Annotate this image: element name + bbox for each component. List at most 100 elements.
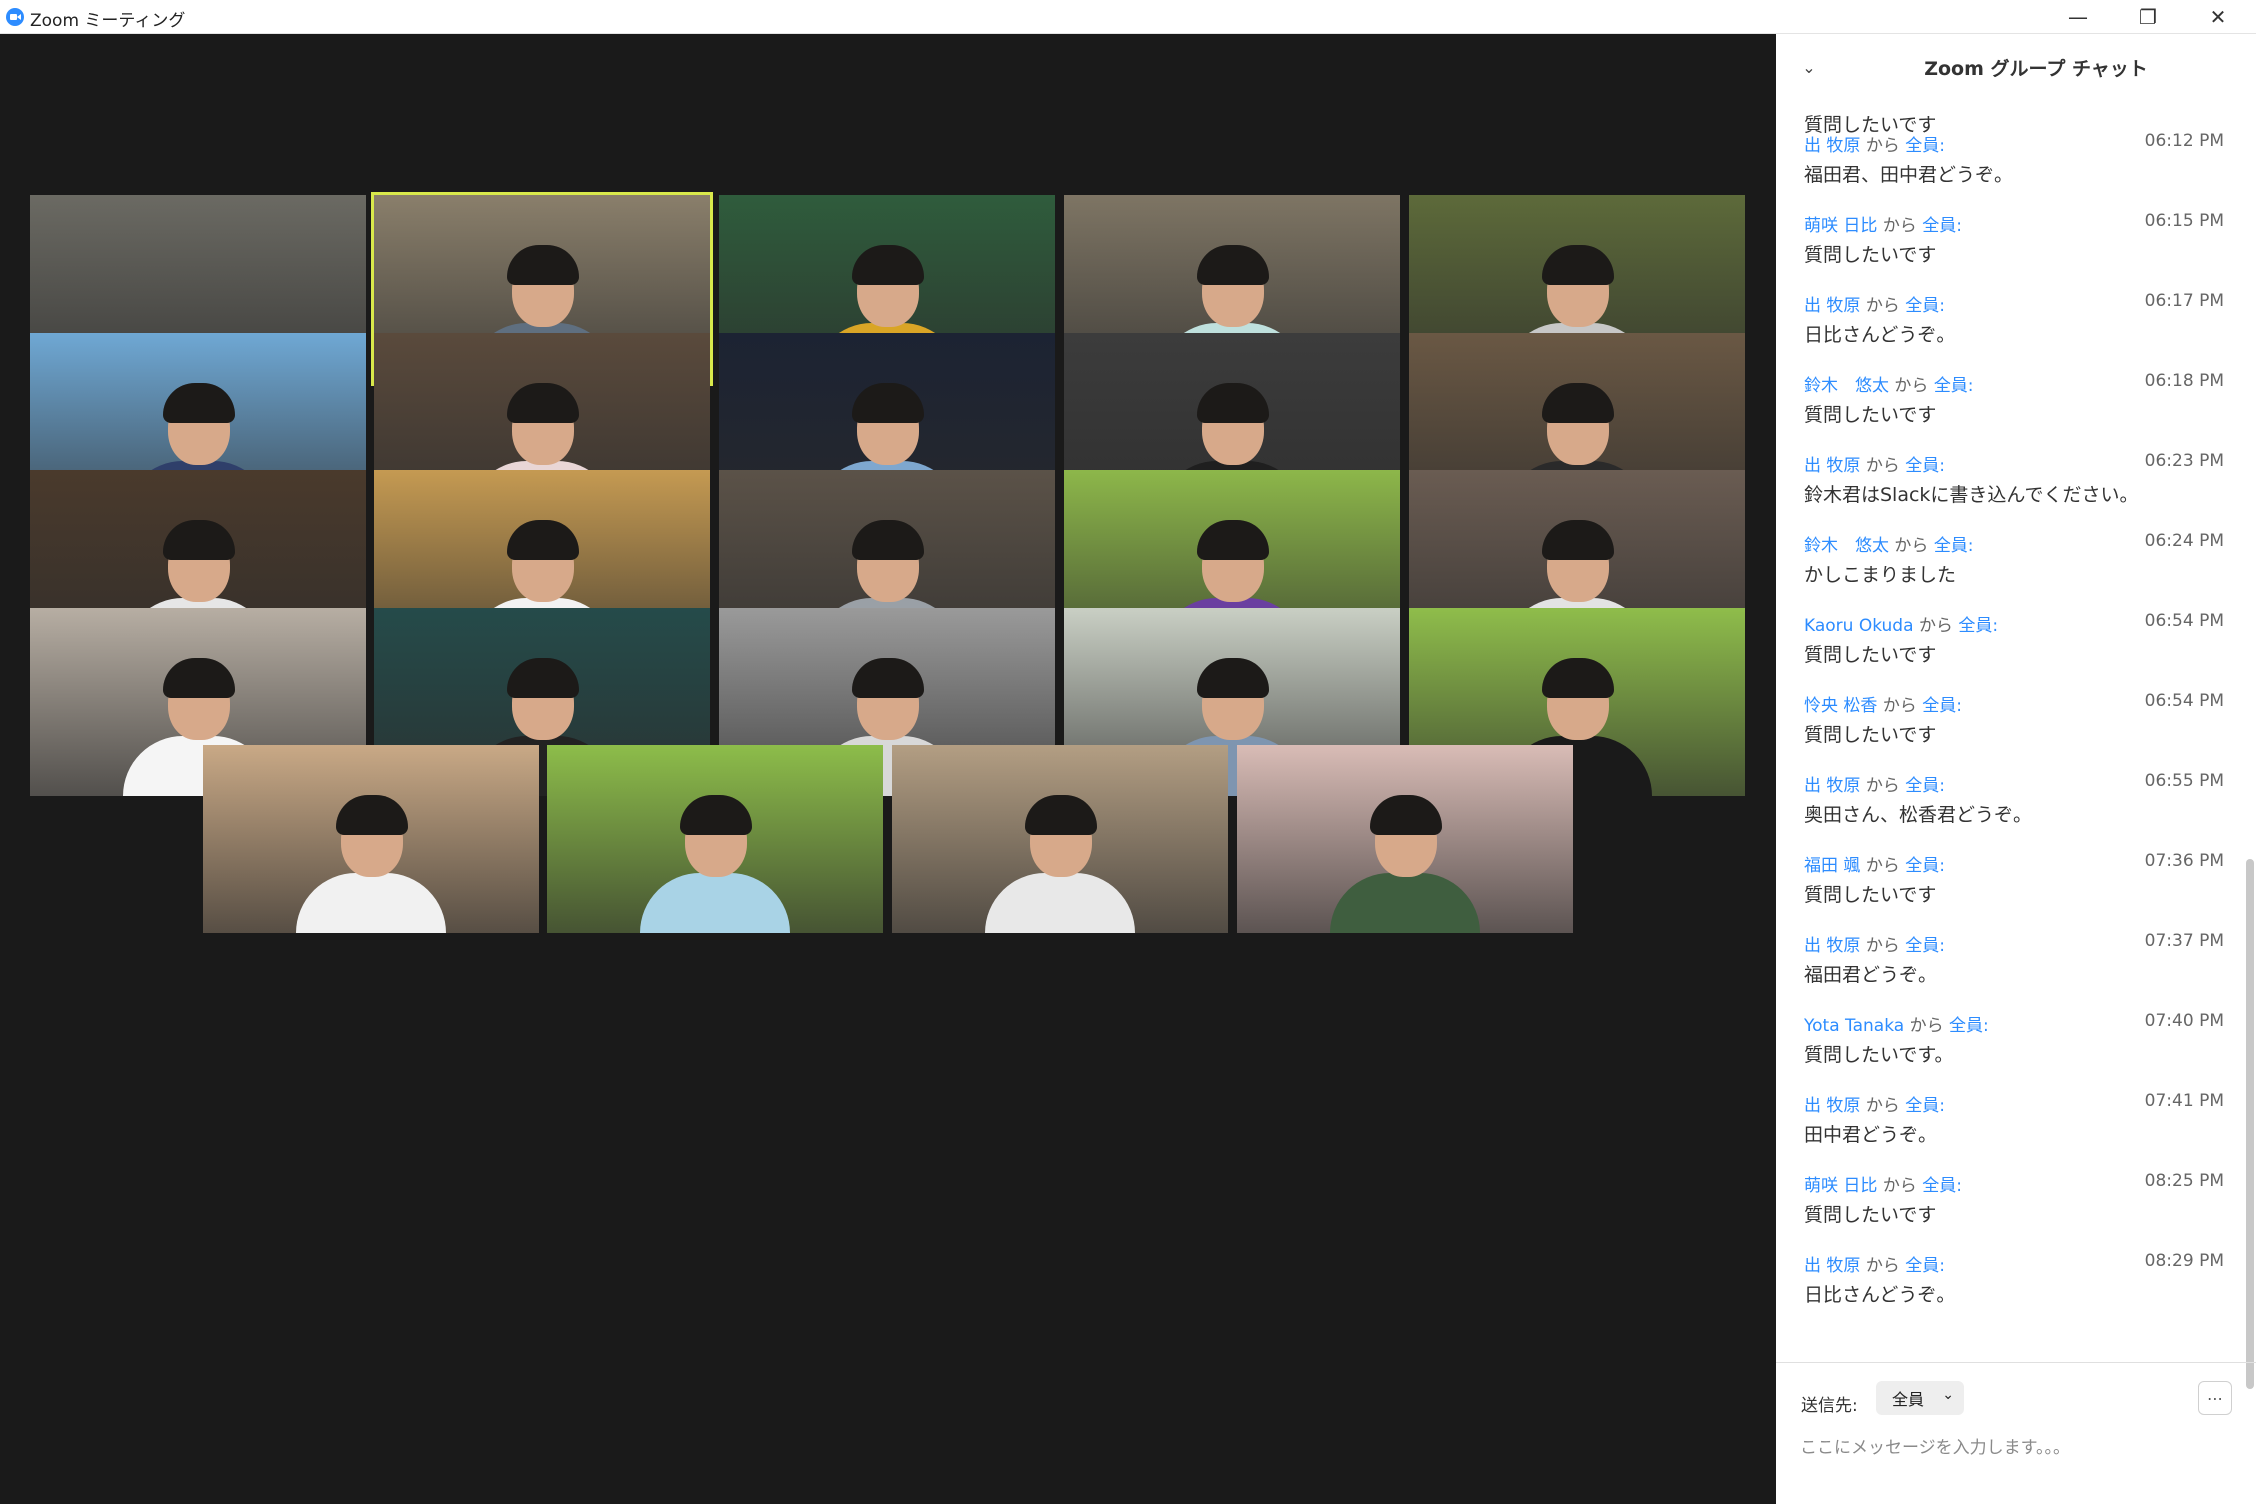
chat-message-text: 福田君、田中君どうぞ。 [1804,164,2014,186]
participant-body [640,873,790,933]
chat-recipient[interactable]: 全員: [1922,1176,1962,1196]
close-icon: ✕ [2209,5,2227,29]
chat-recipient[interactable]: 全員: [1905,456,1945,476]
participant-hair [163,658,235,698]
participant-hair [1542,383,1614,423]
chat-from-word: から [1882,216,1917,236]
video-tile[interactable] [1237,745,1573,933]
chat-sender[interactable]: 出 牧原 [1804,136,1860,156]
participant-body [985,873,1135,933]
chat-sender[interactable]: 出 牧原 [1804,936,1860,956]
participant-video [985,793,1135,933]
chat-sender[interactable]: 萌咲 日比 [1804,216,1877,236]
participant-hair [507,658,579,698]
participant-hair [1197,658,1269,698]
chat-message-list[interactable]: 出 牧原 から 全員: 06:12 PM 福田君、田中君どうぞ。 萌咲 日比 から 全… [1776,100,2246,1395]
chat-message-text: 福田君どうぞ。 [1804,964,1938,986]
participant-hair [1370,795,1442,835]
chat-from-word: から [1865,1256,1900,1276]
chat-from-word: から [1894,376,1929,396]
close-button[interactable]: ✕ [2183,0,2253,34]
zoom-logo-icon [6,8,24,26]
chat-sender[interactable]: 出 牧原 [1804,776,1860,796]
chat-footer: 送信先: 全員 ⌄ ⋯ [1776,1362,2256,1504]
participant-hair [1542,245,1614,285]
send-to-select[interactable]: 全員 ⌄ [1876,1381,1964,1415]
chat-timestamp: 06:12 PM [2144,131,2224,151]
chat-message-text: 質問したいです [1804,724,1937,746]
minimize-icon: — [2068,5,2088,29]
chat-message-text: 質問したいです [1804,114,1937,136]
chat-timestamp: 07:41 PM [2144,1091,2224,1111]
restore-button[interactable]: ❐ [2113,0,2183,34]
chat-sender[interactable]: 鈴木 悠太 [1804,536,1889,556]
send-to-value: 全員 [1892,1390,1925,1409]
chat-message: 出 牧原 から 全員: 06:23 PM 鈴木君はSlackに書き込んでください。 [1804,451,2224,507]
video-tile[interactable] [547,745,883,933]
chat-from-word: から [1918,616,1953,636]
chat-recipient[interactable]: 全員: [1958,616,1998,636]
title-bar: Zoom ミーティング — ❐ ✕ [0,0,2256,34]
chat-recipient[interactable]: 全員: [1922,216,1962,236]
participant-hair [1542,520,1614,560]
chat-message: 鈴木 悠太 から 全員: 06:18 PM 質問したいです [1804,371,2224,427]
participant-hair [1197,383,1269,423]
chat-sender[interactable]: 怜央 松香 [1804,696,1877,716]
chat-timestamp: 06:18 PM [2144,371,2224,391]
chat-sender[interactable]: 出 牧原 [1804,1256,1860,1276]
chat-from-word: から [1865,136,1900,156]
participant-body [296,873,446,933]
chat-timestamp: 06:15 PM [2144,211,2224,231]
chat-recipient[interactable]: 全員: [1905,856,1945,876]
chat-sender[interactable]: 萌咲 日比 [1804,1176,1877,1196]
participant-video [1330,793,1480,933]
chat-message-text: 質問したいです [1804,404,1937,426]
participant-hair [1542,658,1614,698]
chat-message: 出 牧原 から 全員: 07:41 PM 田中君どうぞ。 [1804,1091,2224,1147]
video-tile[interactable] [892,745,1228,933]
chat-recipient[interactable]: 全員: [1905,1096,1945,1116]
chat-sender[interactable]: Kaoru Okuda [1804,616,1914,636]
chat-timestamp: 06:54 PM [2144,691,2224,711]
participant-hair [1025,795,1097,835]
chat-title: Zoom グループ チャット [1924,58,2148,80]
chat-message: 怜央 松香 から 全員: 06:54 PM 質問したいです [1804,691,2224,747]
participant-hair [163,383,235,423]
chat-timestamp: 06:17 PM [2144,291,2224,311]
chat-recipient[interactable]: 全員: [1905,936,1945,956]
chat-recipient[interactable]: 全員: [1934,376,1974,396]
chat-sender[interactable]: Yota Tanaka [1804,1016,1904,1036]
participant-video [296,793,446,933]
chat-message-input[interactable] [1800,1431,2220,1465]
chat-recipient[interactable]: 全員: [1905,1256,1945,1276]
chat-message: 鈴木 悠太 から 全員: 06:24 PM かしこまりました [1804,531,2224,587]
chat-sender[interactable]: 出 牧原 [1804,1096,1860,1116]
chevron-down-icon: ⌄ [1942,1387,1954,1403]
video-tile[interactable] [203,745,539,933]
chat-message-text: 質問したいです [1804,244,1937,266]
chat-recipient[interactable]: 全員: [1949,1016,1989,1036]
chat-recipient[interactable]: 全員: [1905,296,1945,316]
minimize-button[interactable]: — [2043,0,2113,34]
chat-message: 出 牧原 から 全員: 06:55 PM 奥田さん、松香君どうぞ。 [1804,771,2224,827]
chat-sender[interactable]: 出 牧原 [1804,296,1860,316]
chat-header: ⌄ Zoom グループ チャット [1776,34,2256,100]
chat-recipient[interactable]: 全員: [1905,136,1945,156]
chat-recipient[interactable]: 全員: [1934,536,1974,556]
participant-hair [852,383,924,423]
chat-recipient[interactable]: 全員: [1905,776,1945,796]
participant-hair [852,245,924,285]
participant-video [640,793,790,933]
chat-message: Yota Tanaka から 全員: 07:40 PM 質問したいです。 [1804,1011,2224,1067]
participant-hair [680,795,752,835]
chat-message-text: 田中君どうぞ。 [1804,1124,1938,1146]
chat-message: Kaoru Okuda から 全員: 06:54 PM 質問したいです [1804,611,2224,667]
chat-sender[interactable]: 福田 颯 [1804,856,1860,876]
chat-sender[interactable]: 出 牧原 [1804,456,1860,476]
chat-scrollbar[interactable] [2246,859,2254,1389]
chat-recipient[interactable]: 全員: [1922,696,1962,716]
more-options-button[interactable]: ⋯ [2198,1381,2232,1415]
chat-timestamp: 06:54 PM [2144,611,2224,631]
zoom-window: Zoom ミーティング — ❐ ✕ ⌄ Zoom グループ チャット 出 牧原 … [0,0,2256,1504]
chat-sender[interactable]: 鈴木 悠太 [1804,376,1889,396]
